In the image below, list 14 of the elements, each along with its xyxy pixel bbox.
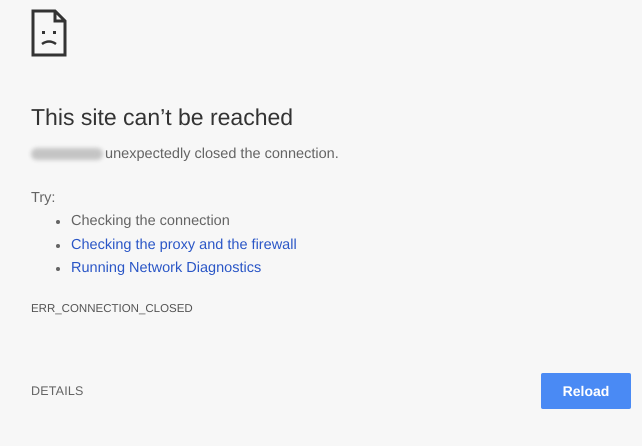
- bullet-icon: [56, 267, 60, 271]
- error-heading: This site can’t be reached: [31, 103, 294, 131]
- error-code: ERR_CONNECTION_CLOSED: [31, 302, 194, 314]
- bullet-icon: [56, 220, 60, 224]
- suggestions-label: Try:: [31, 189, 56, 208]
- bullet-icon: [56, 244, 60, 248]
- redaction-mark: [31, 148, 103, 160]
- details-button[interactable]: DETAILS: [31, 384, 84, 398]
- reload-button[interactable]: Reload: [541, 373, 631, 409]
- suggestion-link[interactable]: Checking the proxy and the firewall: [71, 236, 297, 252]
- suggestion-link[interactable]: Running Network Diagnostics: [71, 260, 262, 276]
- suggestion-text: Checking the connection: [71, 213, 230, 229]
- sad-page-icon: [31, 9, 67, 57]
- error-message: unexpectedly closed the connection.: [105, 146, 339, 162]
